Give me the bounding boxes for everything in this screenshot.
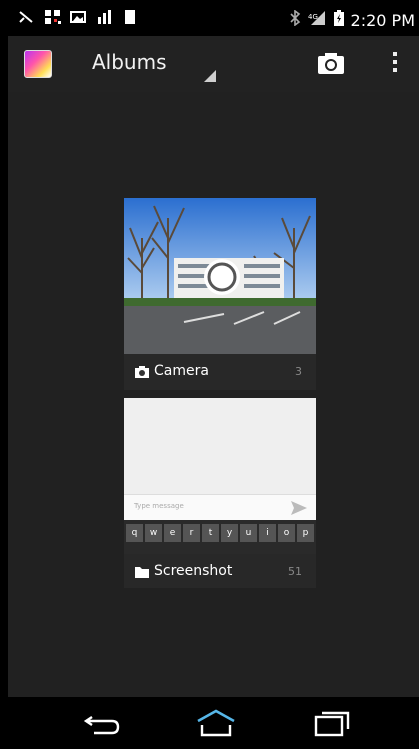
key: q: [126, 524, 143, 542]
status-bar: 4G 2:20 PM: [8, 0, 419, 36]
status-time: 2:20 PM: [350, 10, 415, 30]
key: i: [259, 524, 276, 542]
key: t: [202, 524, 219, 542]
svg-text:4G: 4G: [308, 13, 318, 21]
send-icon: [291, 501, 307, 515]
key: y: [221, 524, 238, 542]
signal-icon: 4G: [307, 10, 327, 30]
bluetooth-icon: [289, 9, 301, 30]
album-count: 51: [288, 565, 302, 578]
message-field: Type message: [124, 494, 316, 521]
overflow-menu-icon[interactable]: [390, 52, 400, 76]
album-name: Screenshot: [154, 563, 233, 579]
gallery-screen: 4G 2:20 PM Albums Camera 3 Type message …: [8, 0, 419, 749]
album-count: 3: [295, 365, 302, 378]
back-icon[interactable]: [80, 707, 124, 739]
notification-icon: [122, 9, 138, 25]
action-bar: Albums: [8, 36, 419, 92]
album-label: Screenshot 51: [124, 554, 316, 588]
key: w: [145, 524, 162, 542]
qr-icon: [44, 9, 61, 25]
camera-icon[interactable]: [314, 50, 348, 78]
key: e: [164, 524, 181, 542]
albums-spinner[interactable]: Albums: [92, 50, 167, 74]
key: u: [240, 524, 257, 542]
album-tile-camera[interactable]: Camera 3: [124, 198, 316, 390]
album-name: Camera: [154, 363, 209, 379]
home-icon[interactable]: [194, 707, 238, 739]
photo-icon: [70, 9, 86, 25]
spinner-dropdown-icon[interactable]: [204, 70, 216, 82]
battery-icon: [333, 9, 345, 31]
album-label: Camera 3: [124, 354, 316, 390]
app-gallery-icon[interactable]: [24, 50, 52, 78]
navigation-bar: [8, 697, 419, 749]
recent-apps-icon[interactable]: [310, 707, 354, 739]
camera-album-thumbnail: [124, 198, 316, 354]
key: p: [297, 524, 314, 542]
key: o: [278, 524, 295, 542]
key: r: [183, 524, 200, 542]
album-tile-screenshot[interactable]: Type message q w e r t y u i o p Screens…: [124, 398, 316, 588]
message-placeholder: Type message: [134, 502, 184, 510]
missed-call-icon: [18, 9, 34, 25]
folder-icon: [134, 564, 150, 578]
camera-icon: [134, 364, 150, 378]
signal-bars-icon: [96, 9, 112, 25]
